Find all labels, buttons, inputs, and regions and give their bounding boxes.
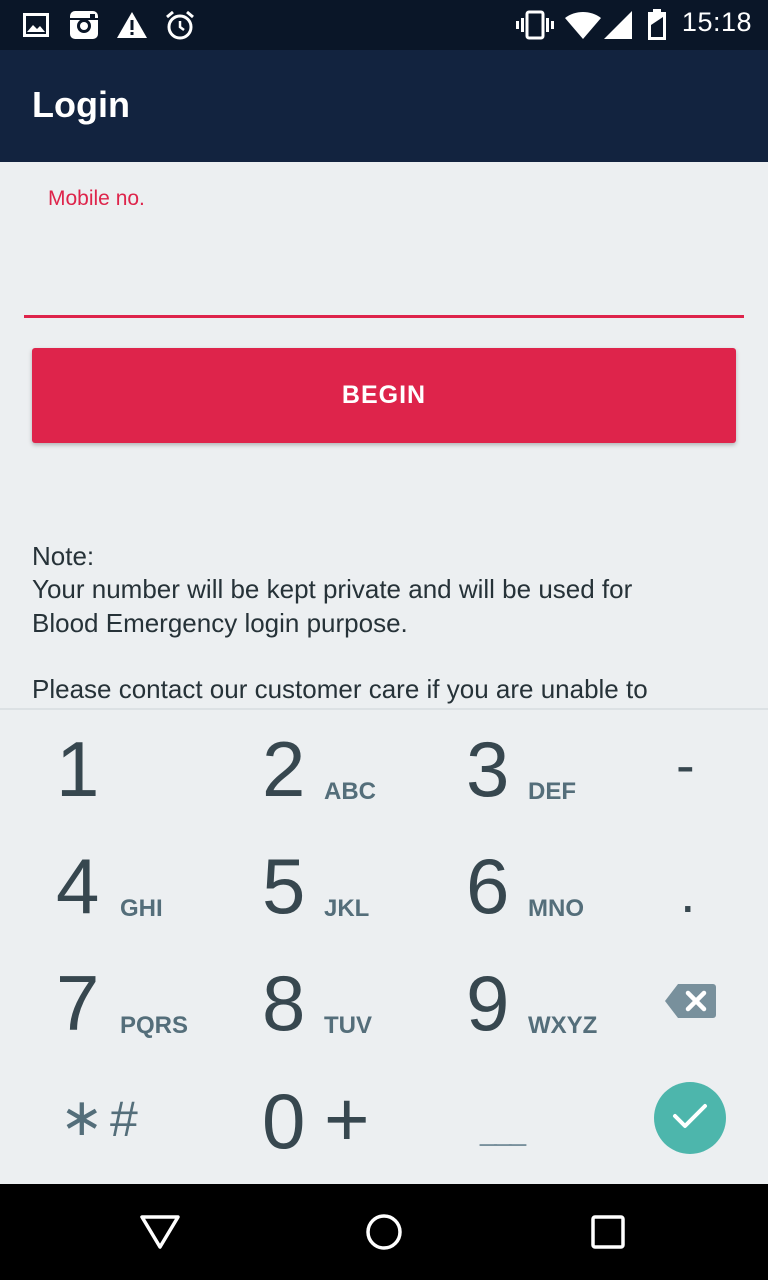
begin-button[interactable]: BEGIN: [32, 348, 736, 443]
note-line: Your number will be kept private and wil…: [32, 574, 633, 605]
key-space[interactable]: ___: [480, 1114, 526, 1148]
note-text: Note: Your number will be kept private a…: [32, 540, 732, 706]
key-digit: 8: [262, 959, 306, 1047]
key-digit: 5: [262, 842, 306, 930]
recents-icon[interactable]: [584, 1212, 632, 1252]
app-bar: Login: [0, 50, 768, 162]
home-icon[interactable]: [360, 1212, 408, 1252]
key-dash[interactable]: -: [676, 732, 695, 797]
warning-icon: [116, 8, 148, 42]
wifi-icon: [564, 8, 602, 42]
key-3[interactable]: 3 DEF: [466, 730, 670, 846]
key-digit: 7: [56, 959, 100, 1047]
key-letters: DEF: [528, 778, 576, 805]
key-digit: 3: [466, 725, 510, 813]
status-bar: 15:18: [0, 0, 768, 50]
key-letters: JKL: [324, 895, 370, 922]
key-letters: GHI: [120, 895, 163, 922]
key-star[interactable]: ∗: [60, 1088, 104, 1148]
key-letters: MNO: [528, 895, 584, 922]
key-5[interactable]: 5 JKL: [262, 847, 466, 963]
back-icon[interactable]: [136, 1212, 184, 1252]
key-letters: ABC: [324, 778, 376, 805]
key-2[interactable]: 2 ABC: [262, 730, 466, 846]
key-letters: TUV: [324, 1012, 372, 1039]
key-letters: WXYZ: [528, 1012, 598, 1039]
key-digit: 2: [262, 725, 306, 813]
key-4[interactable]: 4 GHI: [56, 847, 260, 963]
signal-icon: [602, 8, 634, 42]
instagram-icon: [68, 8, 100, 42]
key-0[interactable]: 0 +: [262, 1075, 466, 1198]
key-digit: 0: [262, 1077, 306, 1165]
page-title: Login: [32, 84, 130, 125]
numeric-keypad: 1 2 ABC 3 DEF - 4 GHI 5 JKL 6 MNO . 7 PQ…: [0, 708, 768, 1184]
backspace-icon[interactable]: [664, 982, 716, 1020]
key-digit: 1: [56, 725, 100, 813]
vibrate-icon: [516, 8, 554, 42]
key-8[interactable]: 8 TUV: [262, 964, 466, 1080]
key-digit: 4: [56, 842, 100, 930]
mobile-input[interactable]: [24, 222, 744, 318]
navigation-bar: [0, 1184, 768, 1280]
key-dot[interactable]: .: [680, 860, 696, 925]
battery-icon: [646, 8, 668, 42]
key-1[interactable]: 1: [56, 730, 260, 846]
status-time: 15:18: [681, 7, 752, 37]
key-9[interactable]: 9 WXYZ: [466, 964, 670, 1080]
alarm-icon: [164, 8, 196, 42]
done-button[interactable]: [654, 1082, 726, 1154]
check-icon: [672, 1102, 708, 1134]
login-form: Mobile no. BEGIN Note: Your number will …: [0, 162, 768, 708]
note-line: Please contact our customer care if you …: [32, 673, 648, 704]
key-6[interactable]: 6 MNO: [466, 847, 670, 963]
key-plus: +: [324, 1075, 370, 1163]
mobile-label: Mobile no.: [48, 187, 145, 210]
key-letters: PQRS: [120, 1012, 189, 1039]
key-7[interactable]: 7 PQRS: [56, 964, 260, 1080]
key-digit: 9: [466, 959, 510, 1047]
image-icon: [22, 8, 50, 42]
key-digit: 6: [466, 842, 510, 930]
key-hash[interactable]: #: [110, 1090, 138, 1148]
note-heading: Note:: [32, 541, 95, 571]
note-line: Blood Emergency login purpose.: [32, 607, 408, 638]
